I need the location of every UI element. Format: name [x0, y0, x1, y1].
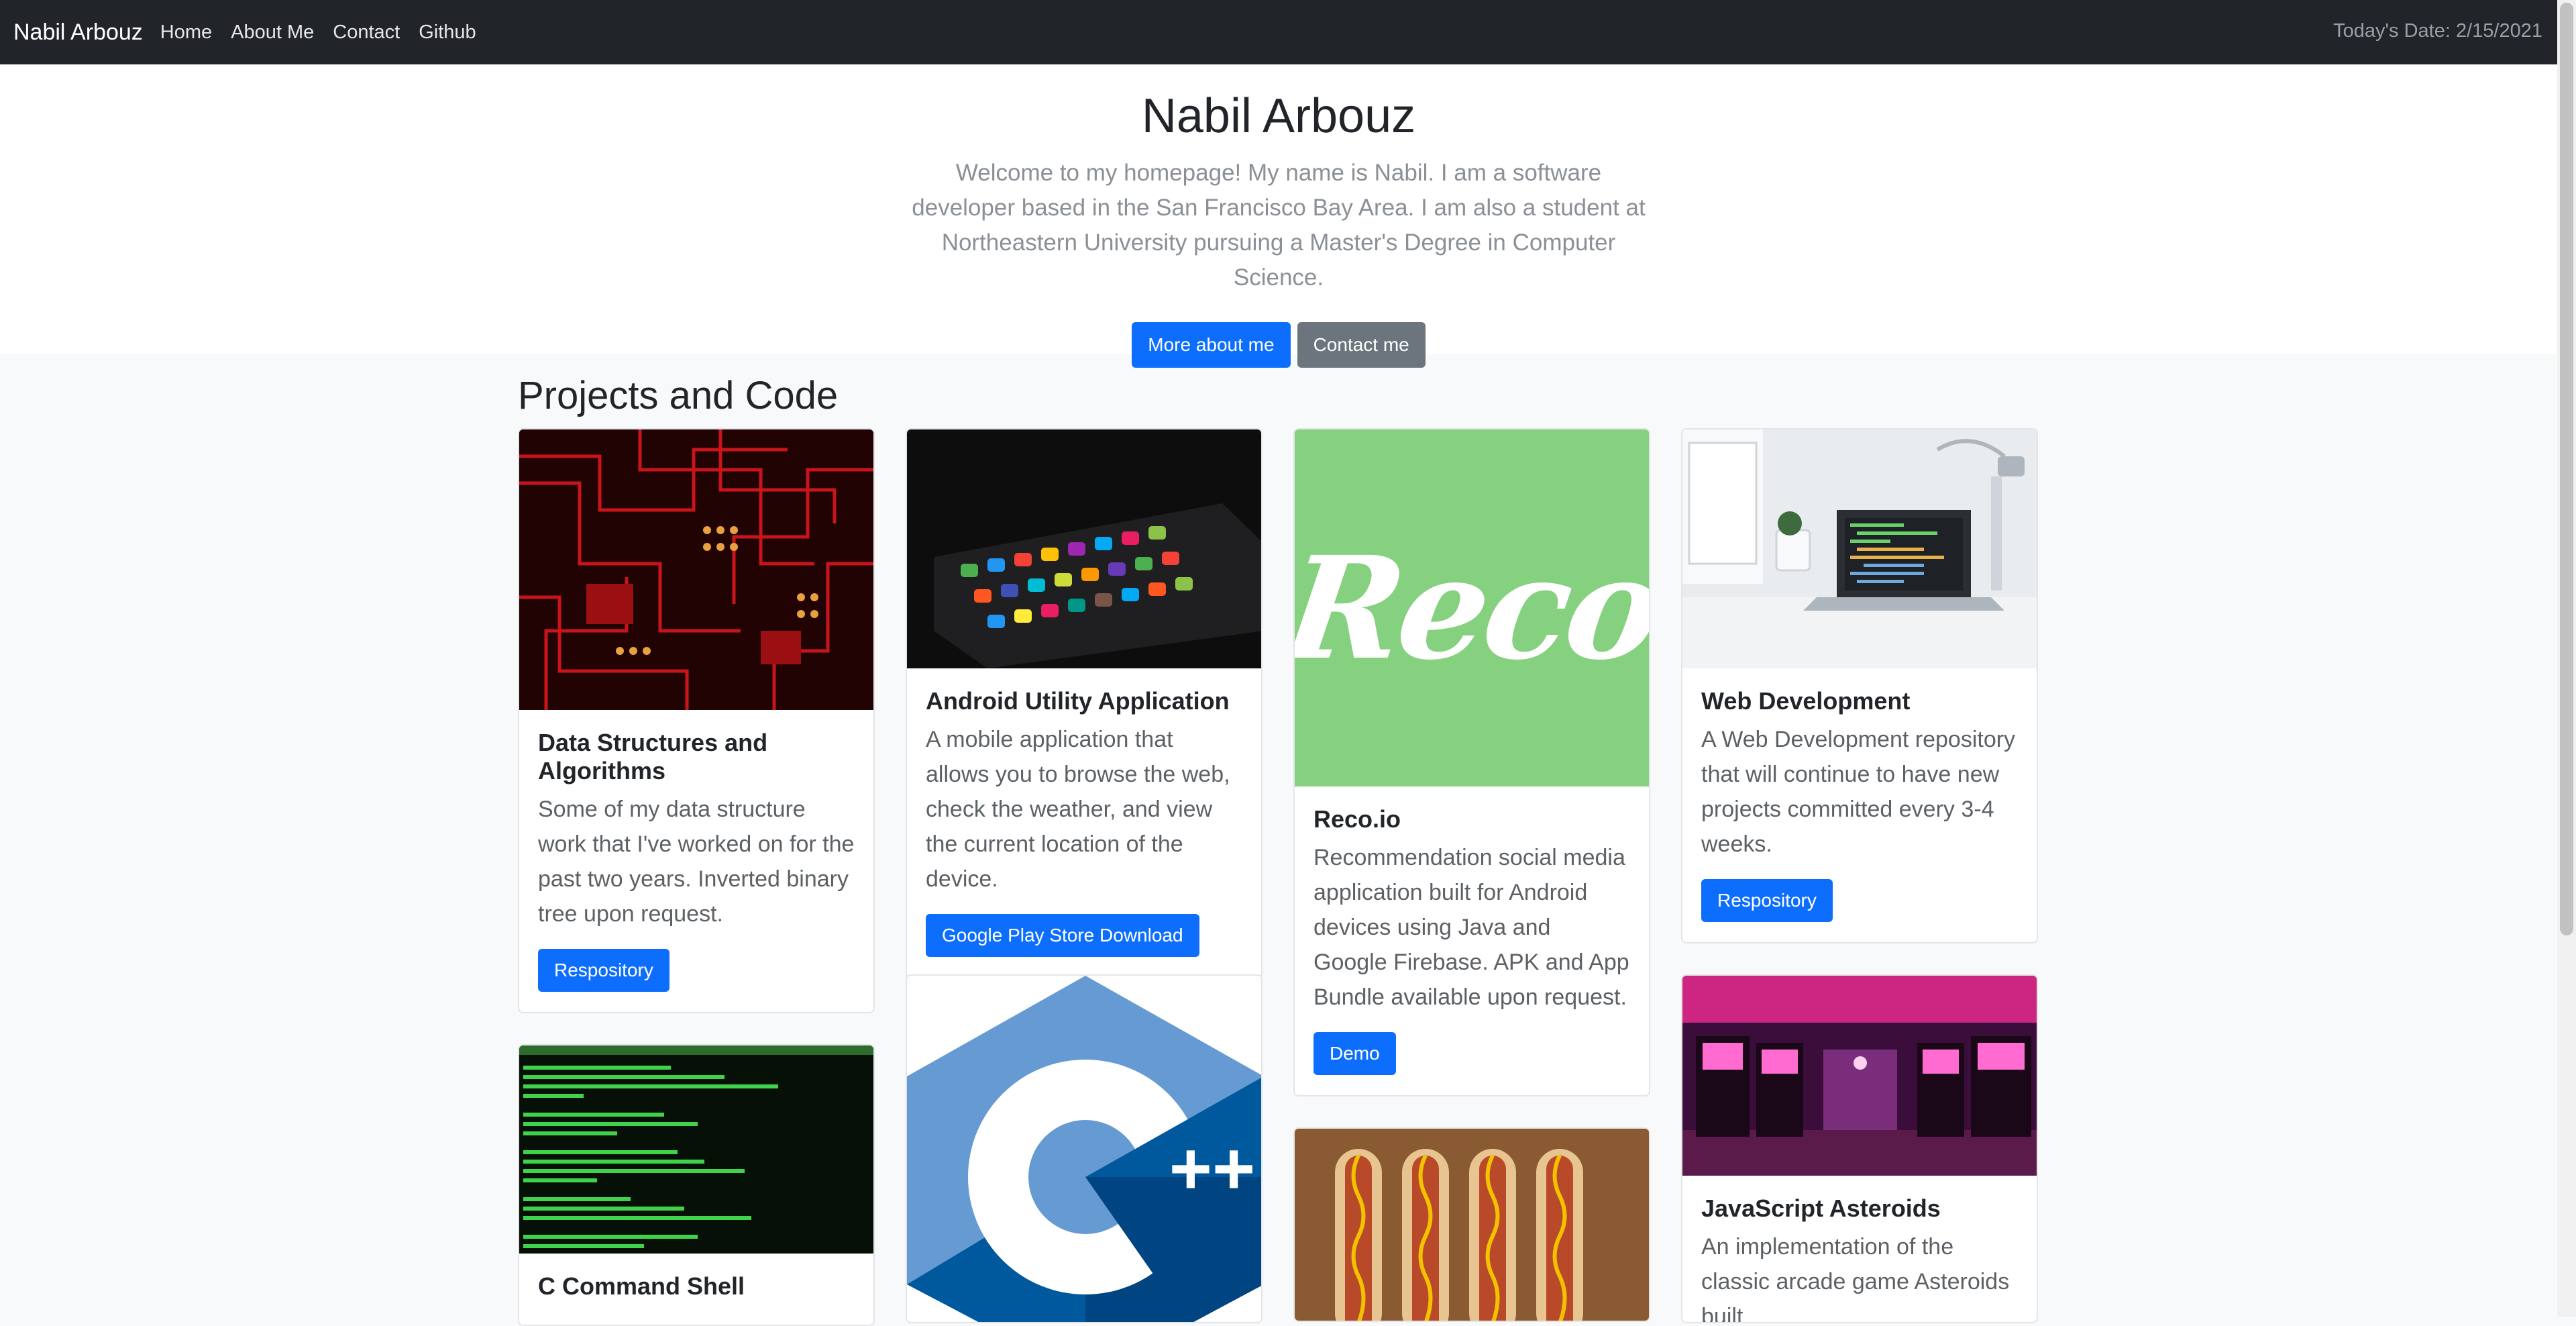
todays-date: Today's Date: 2/15/2021	[2333, 20, 2542, 42]
project-card-android-utility: Android Utility Application A mobile app…	[906, 428, 1263, 978]
card-text: A mobile application that allows you to …	[926, 727, 1230, 892]
project-card-cpp: ++	[906, 974, 1263, 1323]
nav-link-home[interactable]: Home	[160, 21, 212, 44]
card-title: JavaScript Asteroids	[1701, 1194, 1941, 1222]
card-text: An implementation of the classic arcade …	[1701, 1234, 2010, 1323]
project-card-js-asteroids: JavaScript Asteroids An implementation o…	[1681, 974, 2038, 1323]
contact-me-button[interactable]: Contact me	[1297, 322, 1426, 368]
more-about-me-button[interactable]: More about me	[1132, 322, 1291, 368]
circuit-board-image	[519, 429, 873, 710]
projects-heading: Projects and Code	[518, 374, 839, 417]
nav-link-contact[interactable]: Contact	[333, 21, 400, 44]
card-title: Android Utility Application	[926, 687, 1230, 715]
nav-link-about-me[interactable]: About Me	[231, 21, 314, 44]
reco-logo-text: Reco	[1295, 525, 1649, 691]
card-text: A Web Development repository that will c…	[1701, 727, 2016, 857]
smartphone-image	[907, 429, 1261, 668]
repository-button[interactable]: Respository	[1701, 879, 1833, 922]
hero-buttons: More about me Contact me	[0, 322, 2557, 368]
arcade-image	[1682, 976, 2037, 1176]
card-title: C Command Shell	[538, 1272, 745, 1300]
google-play-download-button[interactable]: Google Play Store Download	[926, 914, 1199, 957]
project-card-c-command-shell: C Command Shell	[518, 1044, 875, 1326]
demo-button[interactable]: Demo	[1313, 1032, 1396, 1075]
project-card-web-development: Web Development A Web Development reposi…	[1681, 428, 2038, 944]
hot-dogs-image	[1295, 1129, 1649, 1321]
hero-intro: Welcome to my homepage! My name is Nabil…	[912, 160, 1646, 291]
project-card-data-structures: Data Structures and Algorithms Some of m…	[518, 428, 875, 1013]
cpp-plus-text: ++	[1169, 1127, 1255, 1210]
navbar-brand[interactable]: Nabil Arbouz	[13, 19, 143, 46]
repository-button[interactable]: Respository	[538, 949, 669, 992]
page-scrollbar-track[interactable]	[2557, 0, 2576, 1317]
project-card-reco: Reco Reco.io Recommendation social media…	[1293, 428, 1650, 1096]
page-scrollbar-thumb[interactable]	[2560, 3, 2573, 935]
cpp-logo-image: ++	[907, 976, 1261, 1322]
laptop-desk-image	[1682, 429, 2037, 668]
project-card-hot-dogs	[1293, 1127, 1650, 1322]
hero-title: Nabil Arbouz	[1141, 89, 1416, 143]
card-text: Some of my data structure work that I've…	[538, 797, 855, 927]
card-title: Web Development	[1701, 687, 1911, 715]
nav-link-github[interactable]: Github	[419, 21, 476, 44]
card-title: Reco.io	[1313, 805, 1401, 833]
hero-section: Nabil Arbouz Welcome to my homepage! My …	[0, 64, 2557, 368]
top-navbar: Nabil Arbouz Home About Me Contact Githu…	[0, 0, 2557, 64]
terminal-screenshot-image	[519, 1046, 873, 1254]
card-title: Data Structures and Algorithms	[538, 729, 768, 784]
card-text: Recommendation social media application …	[1313, 845, 1629, 1010]
reco-logo-image: Reco	[1295, 429, 1649, 786]
